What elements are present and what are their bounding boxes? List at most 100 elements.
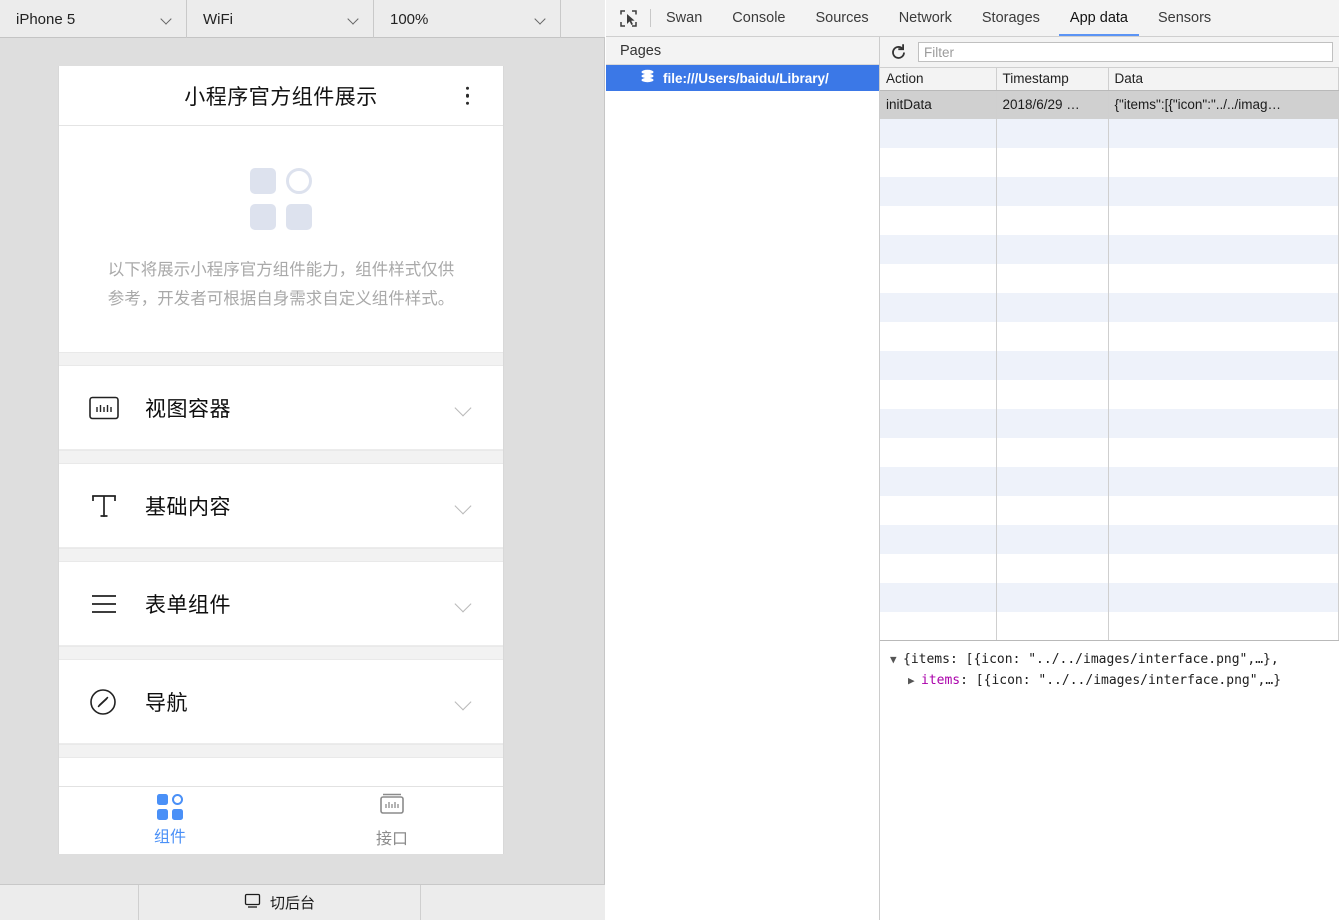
table-row-empty[interactable] — [880, 496, 1339, 525]
table-cell-action — [880, 206, 996, 235]
appdata-table-wrapper[interactable]: Action Timestamp Data initData2018/6/29 … — [880, 68, 1339, 641]
table-row-empty[interactable] — [880, 525, 1339, 554]
refresh-icon[interactable] — [886, 40, 910, 64]
inspect-cursor-icon[interactable] — [606, 0, 650, 36]
table-body: initData2018/6/29 …{"items":[{"icon":"..… — [880, 90, 1339, 641]
devtools-body: Pages file:///Users/baidu/Library/ — [606, 37, 1339, 920]
table-row-empty[interactable] — [880, 409, 1339, 438]
triangle-right-icon[interactable]: ▶ — [908, 670, 921, 691]
category-label: 导航 — [131, 687, 453, 717]
table-cell-data: {"items":[{"icon":"../../imag… — [1108, 90, 1339, 119]
table-row-empty[interactable] — [880, 322, 1339, 351]
device-select-label: iPhone 5 — [16, 11, 146, 28]
table-row-empty[interactable] — [880, 467, 1339, 496]
table-cell-timestamp — [996, 467, 1108, 496]
appdata-table: Action Timestamp Data initData2018/6/29 … — [880, 68, 1339, 641]
table-row-empty[interactable] — [880, 148, 1339, 177]
table-cell-action — [880, 148, 996, 177]
table-row-empty[interactable] — [880, 293, 1339, 322]
device-select[interactable]: iPhone 5 — [0, 0, 187, 38]
category-row-navigation[interactable]: 导航 — [59, 660, 503, 744]
table-cell-data — [1108, 293, 1339, 322]
table-row-empty[interactable] — [880, 177, 1339, 206]
table-row-empty[interactable] — [880, 438, 1339, 467]
more-vertical-icon[interactable] — [466, 86, 470, 105]
table-row[interactable]: initData2018/6/29 …{"items":[{"icon":"..… — [880, 90, 1339, 119]
table-row-empty[interactable] — [880, 264, 1339, 293]
table-cell-data — [1108, 148, 1339, 177]
phone-tabbar: 组件 接口 — [59, 786, 503, 854]
chevron-down-icon — [453, 593, 475, 615]
tab-network[interactable]: Network — [884, 0, 967, 36]
app-window: iPhone 5 WiFi 100% 小程序官方组件展示 — [0, 0, 1339, 920]
pages-list-item-label: file:///Users/baidu/Library/ — [663, 71, 829, 86]
json-tree-row[interactable]: ▶ items : [{icon: "../../images/interfac… — [890, 670, 1333, 691]
chevron-down-icon — [453, 691, 475, 713]
column-header-timestamp[interactable]: Timestamp — [996, 68, 1108, 90]
table-cell-timestamp — [996, 206, 1108, 235]
bottom-bar-right-cell[interactable] — [421, 885, 605, 920]
tab-components[interactable]: 组件 — [59, 787, 281, 854]
tab-interface[interactable]: 接口 — [281, 787, 503, 854]
network-select[interactable]: WiFi — [187, 0, 374, 38]
phone-navbar: 小程序官方组件展示 — [59, 66, 503, 126]
table-cell-action — [880, 119, 996, 148]
json-tree-viewer: ▼ {items: [{icon: "../../images/interfac… — [880, 641, 1339, 920]
view-container-icon — [89, 396, 131, 420]
table-cell-timestamp — [996, 264, 1108, 293]
table-cell-action — [880, 554, 996, 583]
table-cell-action — [880, 235, 996, 264]
tab-sources[interactable]: Sources — [800, 0, 883, 36]
triangle-down-icon[interactable]: ▼ — [890, 649, 903, 670]
table-cell-timestamp — [996, 496, 1108, 525]
text-content-icon — [89, 493, 131, 519]
zoom-select[interactable]: 100% — [374, 0, 561, 38]
table-row-empty[interactable] — [880, 206, 1339, 235]
table-cell-action — [880, 525, 996, 554]
section-gap — [59, 646, 503, 660]
table-row-empty[interactable] — [880, 554, 1339, 583]
page-title: 小程序官方组件展示 — [184, 81, 378, 111]
table-cell-timestamp — [996, 612, 1108, 641]
pages-list-item[interactable]: file:///Users/baidu/Library/ — [606, 65, 879, 91]
table-cell-action — [880, 177, 996, 206]
monitor-icon — [244, 893, 261, 913]
tab-console[interactable]: Console — [717, 0, 800, 36]
tab-sensors[interactable]: Sensors — [1143, 0, 1226, 36]
table-cell-timestamp — [996, 177, 1108, 206]
bottom-bar-left-cell[interactable] — [0, 885, 139, 920]
hero-description: 以下将展示小程序官方组件能力，组件样式仅供参考，开发者可根据自身需求自定义组件样… — [103, 256, 459, 314]
table-cell-action — [880, 467, 996, 496]
category-row-media[interactable]: 媒体组件 — [59, 758, 503, 786]
category-row-basic-content[interactable]: 基础内容 — [59, 464, 503, 548]
tab-app-data[interactable]: App data — [1055, 0, 1143, 36]
table-row-empty[interactable] — [880, 351, 1339, 380]
json-tree-row-text: : [{icon: "../../images/interface.png",…… — [960, 670, 1281, 691]
table-cell-action — [880, 583, 996, 612]
table-cell-data — [1108, 409, 1339, 438]
table-cell-data — [1108, 438, 1339, 467]
table-row-empty[interactable] — [880, 612, 1339, 641]
category-row-view-container[interactable]: 视图容器 — [59, 366, 503, 450]
table-cell-timestamp — [996, 438, 1108, 467]
tab-swan[interactable]: Swan — [651, 0, 717, 36]
tab-storages[interactable]: Storages — [967, 0, 1055, 36]
table-row-empty[interactable] — [880, 380, 1339, 409]
json-tree-row[interactable]: ▼ {items: [{icon: "../../images/interfac… — [890, 649, 1333, 670]
table-cell-data — [1108, 177, 1339, 206]
table-cell-data — [1108, 583, 1339, 612]
table-row-empty[interactable] — [880, 235, 1339, 264]
tab-label: 组件 — [154, 823, 186, 847]
table-cell-action — [880, 496, 996, 525]
table-cell-data — [1108, 322, 1339, 351]
appdata-pane: Action Timestamp Data initData2018/6/29 … — [880, 37, 1339, 920]
table-row-empty[interactable] — [880, 119, 1339, 148]
background-switch-button[interactable]: 切后台 — [139, 885, 421, 920]
category-row-form[interactable]: 表单组件 — [59, 562, 503, 646]
column-header-data[interactable]: Data — [1108, 68, 1339, 90]
column-header-action[interactable]: Action — [880, 68, 996, 90]
devtools-pane: Swan Console Sources Network Storages Ap… — [606, 0, 1339, 920]
table-row-empty[interactable] — [880, 583, 1339, 612]
filter-input[interactable] — [918, 42, 1333, 62]
appdata-filter-bar — [880, 37, 1339, 68]
